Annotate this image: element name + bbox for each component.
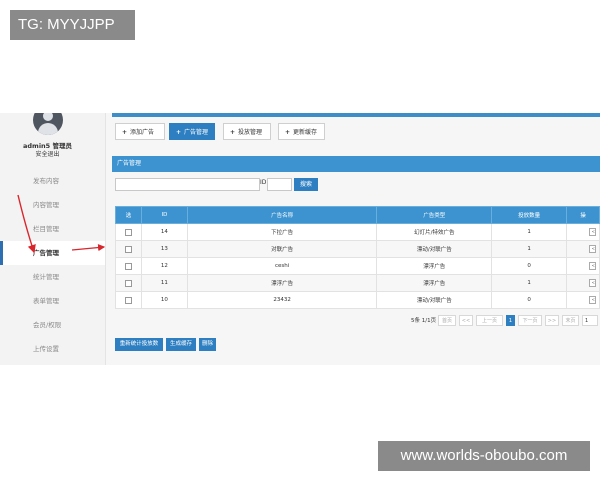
watermark-bottom: www.worlds-oboubo.com [378, 441, 590, 471]
annotation-arrow [17, 194, 106, 254]
arrow-curve [17, 194, 36, 254]
arrow-pointer [71, 243, 106, 252]
